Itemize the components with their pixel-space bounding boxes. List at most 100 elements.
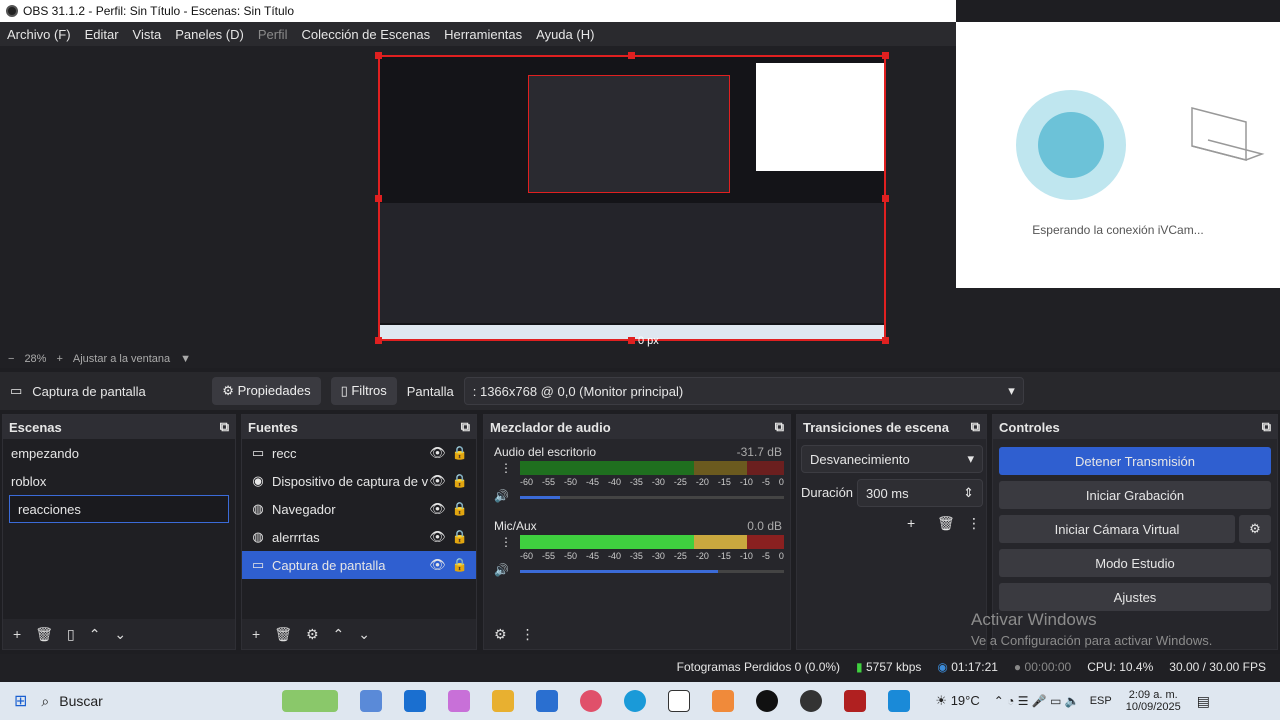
- lock-icon[interactable]: 🔒: [452, 445, 468, 461]
- zoom-in-icon[interactable]: +: [56, 353, 62, 365]
- outlook-icon[interactable]: [404, 690, 427, 712]
- menu-perfil[interactable]: Perfil: [251, 27, 295, 42]
- resize-handle[interactable]: [882, 337, 889, 344]
- duration-input[interactable]: 300 ms ⇕: [857, 479, 983, 507]
- down-icon[interactable]: ⌄: [358, 626, 370, 643]
- speaker-icon[interactable]: 🔊: [494, 563, 509, 577]
- resize-handle[interactable]: [375, 337, 382, 344]
- resize-handle[interactable]: [628, 52, 635, 59]
- settings-button[interactable]: Ajustes: [999, 583, 1271, 611]
- menu-vista[interactable]: Vista: [126, 27, 169, 42]
- menu-paneles[interactable]: Paneles (D): [168, 27, 251, 42]
- ivcam-icon[interactable]: [888, 690, 911, 712]
- volume-slider[interactable]: [520, 496, 784, 499]
- source-item[interactable]: ◉ Dispositivo de captura de v 👁 🔒: [242, 467, 476, 495]
- menu-ayuda[interactable]: Ayuda (H): [529, 27, 601, 42]
- undock-icon[interactable]: ⧉: [220, 419, 229, 435]
- gear-icon[interactable]: ⚙: [494, 626, 507, 643]
- tiktok-icon[interactable]: [756, 690, 779, 712]
- copilot-icon[interactable]: [448, 690, 471, 712]
- edge-icon[interactable]: [624, 690, 647, 712]
- menu-editar[interactable]: Editar: [78, 27, 126, 42]
- kebab-icon[interactable]: ⋮: [500, 461, 512, 475]
- store-icon[interactable]: [536, 690, 559, 712]
- voicemeeter-icon[interactable]: [844, 690, 867, 712]
- transition-select[interactable]: Desvanecimiento ▾: [801, 445, 983, 473]
- undock-icon[interactable]: ⧉: [461, 419, 470, 435]
- fit-window[interactable]: Ajustar a la ventana: [73, 353, 170, 365]
- start-recording-button[interactable]: Iniciar Grabación: [999, 481, 1271, 509]
- resize-handle[interactable]: [882, 52, 889, 59]
- resize-handle[interactable]: [628, 337, 635, 344]
- opera-icon[interactable]: [580, 690, 603, 712]
- app-icon[interactable]: [712, 690, 735, 712]
- search-box[interactable]: ⌕ Buscar: [41, 687, 271, 715]
- up-icon[interactable]: ⌃: [89, 626, 101, 643]
- menu-archivo[interactable]: Archivo (F): [0, 27, 78, 42]
- trash-icon[interactable]: 🗑: [35, 626, 53, 643]
- undock-icon[interactable]: ⧉: [971, 419, 980, 435]
- add-icon[interactable]: +: [13, 626, 21, 642]
- eye-icon[interactable]: 👁: [429, 445, 446, 461]
- source-item[interactable]: ▭ recc 👁 🔒: [242, 439, 476, 467]
- eye-icon[interactable]: 👁: [429, 501, 446, 517]
- menu-coleccion[interactable]: Colección de Escenas: [294, 27, 437, 42]
- scene-item[interactable]: empezando: [3, 439, 235, 467]
- gear-icon[interactable]: ⚙: [306, 626, 319, 643]
- undock-icon[interactable]: ⧉: [775, 419, 784, 435]
- scene-item[interactable]: roblox: [3, 467, 235, 495]
- down-icon[interactable]: ⌄: [114, 626, 126, 643]
- undock-icon[interactable]: ⧉: [1262, 419, 1271, 435]
- display-select[interactable]: : 1366x768 @ 0,0 (Monitor principal) ▾: [463, 377, 1024, 405]
- tray-icons[interactable]: ⌃ ◔ ☰ 🎤 ▭ 🔈: [994, 694, 1080, 708]
- filters-button[interactable]: ▯ Filtros: [330, 377, 397, 405]
- resize-handle[interactable]: [375, 195, 382, 202]
- obs-icon[interactable]: [800, 690, 823, 712]
- source-item[interactable]: ◍ alerrrtas 👁 🔒: [242, 523, 476, 551]
- trash-icon[interactable]: 🗑: [937, 515, 955, 532]
- add-icon[interactable]: +: [252, 626, 260, 642]
- properties-button[interactable]: ⚙ Propiedades: [212, 377, 321, 405]
- studio-mode-button[interactable]: Modo Estudio: [999, 549, 1271, 577]
- filter-icon: ▯: [340, 383, 348, 398]
- eye-icon[interactable]: 👁: [429, 529, 446, 545]
- stop-stream-button[interactable]: Detener Transmisión: [999, 447, 1271, 475]
- source-label: Captura de pantalla: [272, 557, 386, 573]
- up-icon[interactable]: ⌃: [333, 626, 345, 643]
- source-item[interactable]: ◍ Navegador 👁 🔒: [242, 495, 476, 523]
- lock-icon[interactable]: 🔒: [452, 557, 468, 573]
- eye-icon[interactable]: 👁: [429, 473, 446, 489]
- zoom-out-icon[interactable]: −: [8, 353, 14, 365]
- menu-herramientas[interactable]: Herramientas: [437, 27, 529, 42]
- speaker-icon[interactable]: 🔊: [494, 489, 509, 503]
- gear-icon: ⚙: [222, 383, 234, 398]
- volume-slider[interactable]: [520, 570, 784, 573]
- notification-icon[interactable]: ▤: [1197, 693, 1210, 710]
- kebab-icon[interactable]: ⋮: [967, 515, 981, 532]
- explorer-icon[interactable]: [492, 690, 515, 712]
- eye-icon[interactable]: 👁: [429, 557, 446, 573]
- clock[interactable]: 2:09 a. m. 10/09/2025: [1126, 689, 1181, 713]
- filter-icon[interactable]: ▯: [67, 626, 75, 643]
- scene-item-selected[interactable]: reacciones: [9, 495, 229, 523]
- resize-handle[interactable]: [375, 52, 382, 59]
- weather[interactable]: ☀ 19°C: [935, 693, 979, 709]
- virtual-camera-button[interactable]: Iniciar Cámara Virtual: [999, 515, 1235, 543]
- gear-icon[interactable]: ⚙: [1239, 515, 1271, 543]
- lock-icon[interactable]: 🔒: [452, 501, 468, 517]
- add-icon[interactable]: +: [907, 515, 915, 531]
- lock-icon[interactable]: 🔒: [452, 473, 468, 489]
- preview-canvas[interactable]: 0 px: [375, 52, 889, 347]
- trash-icon[interactable]: 🗑: [274, 626, 292, 643]
- notion-icon[interactable]: [668, 690, 691, 712]
- kebab-icon[interactable]: ⋮: [521, 626, 535, 643]
- lock-icon[interactable]: 🔒: [452, 529, 468, 545]
- widgets-icon[interactable]: [282, 690, 339, 712]
- resize-handle[interactable]: [882, 195, 889, 202]
- kebab-icon[interactable]: ⋮: [500, 535, 512, 549]
- chevron-down-icon[interactable]: ▼: [180, 353, 191, 365]
- task-view-icon[interactable]: [360, 690, 383, 712]
- language[interactable]: ESP: [1090, 695, 1112, 707]
- source-item-selected[interactable]: ▭ Captura de pantalla 👁 🔒: [242, 551, 476, 579]
- windows-start-icon[interactable]: ⊞: [14, 691, 27, 711]
